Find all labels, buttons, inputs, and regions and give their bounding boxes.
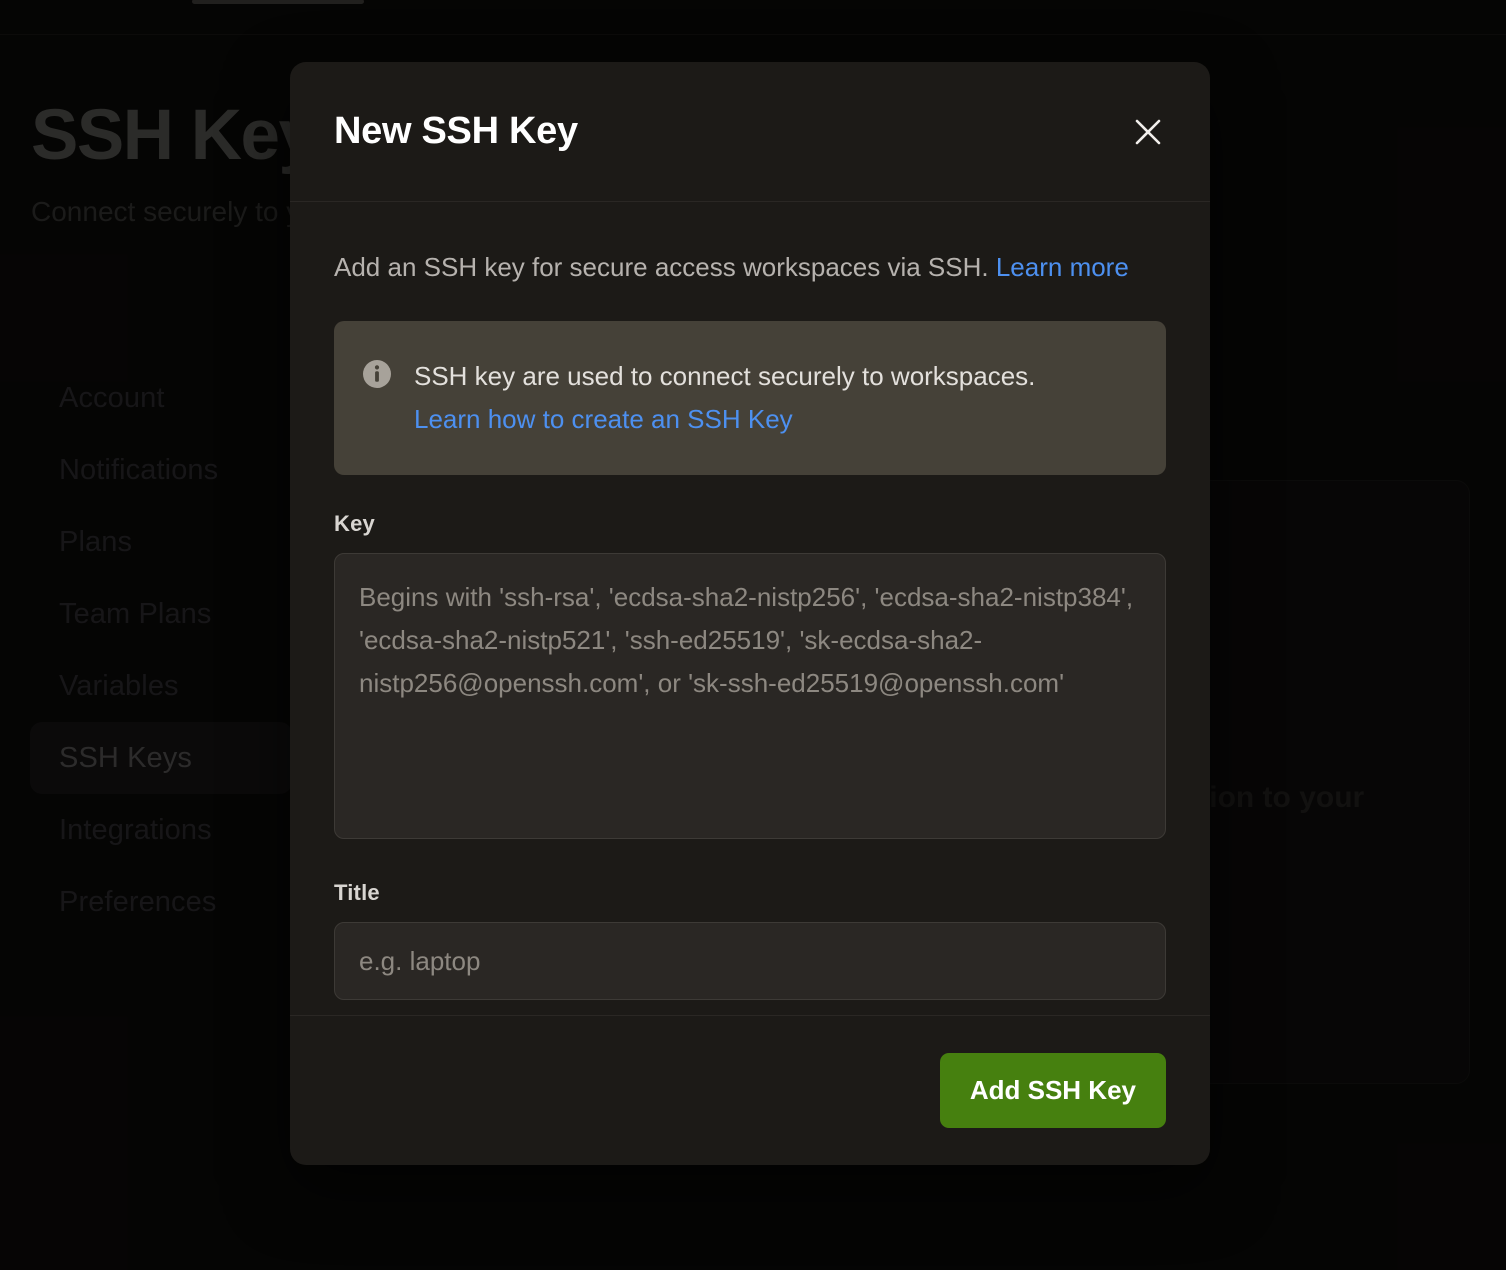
dialog-header: New SSH Key [290,62,1210,202]
new-ssh-key-dialog: New SSH Key Add an SSH key for secure ac… [290,62,1210,1165]
info-icon [362,359,392,441]
key-input[interactable] [334,553,1166,839]
title-field-label: Title [334,880,380,905]
dialog-description: Add an SSH key for secure access workspa… [334,246,1166,289]
info-banner-content: SSH key are used to connect securely to … [414,355,1035,441]
dialog-description-text: Add an SSH key for secure access workspa… [334,252,996,282]
learn-more-link[interactable]: Learn more [996,252,1129,282]
close-icon[interactable] [1122,106,1174,158]
title-input[interactable] [334,922,1166,1000]
dialog-footer: Add SSH Key [290,1015,1210,1165]
create-ssh-key-link[interactable]: Learn how to create an SSH Key [414,398,1035,441]
dialog-title: New SSH Key [334,110,578,152]
key-field-label: Key [334,511,375,536]
add-ssh-key-button[interactable]: Add SSH Key [939,1053,1166,1128]
dialog-body: Add an SSH key for secure access workspa… [290,202,1210,1000]
info-banner: SSH key are used to connect securely to … [334,321,1166,475]
info-banner-text: SSH key are used to connect securely to … [414,361,1036,391]
